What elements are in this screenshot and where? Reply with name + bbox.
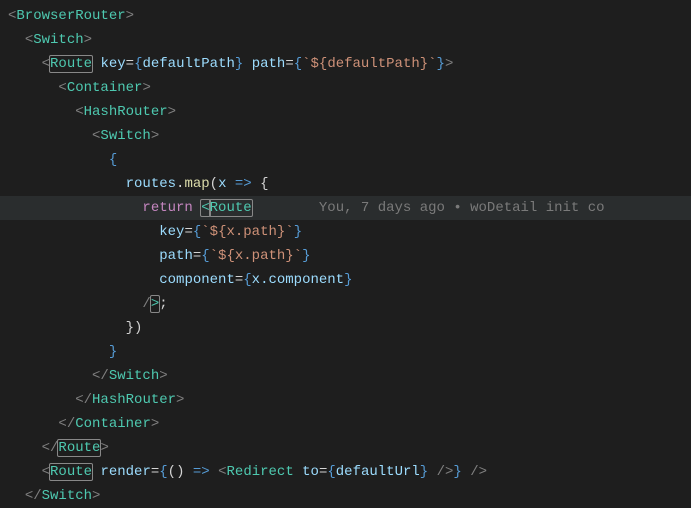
var-x: x <box>218 176 226 192</box>
code-line[interactable]: <Switch> <box>0 124 691 148</box>
code-line[interactable]: <Container> <box>0 76 691 100</box>
tpl-xpath: `${x.path}` <box>201 224 293 240</box>
var-defaulturl: defaultUrl <box>336 464 420 480</box>
tag-container: Container <box>67 80 143 96</box>
attr-render: render <box>100 464 150 480</box>
code-line[interactable]: </HashRouter> <box>0 388 691 412</box>
tag-browserrouter: BrowserRouter <box>16 8 125 24</box>
tag-route-selected: Route <box>49 463 93 481</box>
tag-route-selected: Route <box>49 55 93 73</box>
code-line[interactable]: key={`${x.path}`} <box>0 220 691 244</box>
code-line[interactable]: <BrowserRouter> <box>0 4 691 28</box>
attr-key: key <box>100 56 125 72</box>
tag-redirect: Redirect <box>227 464 294 480</box>
code-line[interactable]: </Route> <box>0 436 691 460</box>
code-line[interactable]: <Route key={defaultPath} path={`${defaul… <box>0 52 691 76</box>
code-line[interactable]: } <box>0 340 691 364</box>
code-editor[interactable]: <BrowserRouter> <Switch> <Route key={def… <box>0 4 691 508</box>
code-line[interactable]: routes.map(x => { <box>0 172 691 196</box>
var-routes: routes <box>126 176 176 192</box>
fn-map: map <box>184 176 209 192</box>
tpl-defaultpath: `${defaultPath}` <box>302 56 436 72</box>
tag-switch-close: Switch <box>109 368 159 384</box>
tag-switch-close: Switch <box>42 488 92 504</box>
code-line[interactable]: { <box>0 148 691 172</box>
tag-route-close-selected: Route <box>57 439 101 457</box>
code-line[interactable]: path={`${x.path}`} <box>0 244 691 268</box>
attr-component: component <box>159 272 235 288</box>
code-line[interactable]: />; <box>0 292 691 316</box>
code-line[interactable]: </Container> <box>0 412 691 436</box>
code-line[interactable]: <Switch> <box>0 28 691 52</box>
code-line[interactable]: component={x.component} <box>0 268 691 292</box>
git-blame-annotation: You, 7 days ago • woDetail init co <box>319 200 605 216</box>
var-xcomponent: x.component <box>252 272 344 288</box>
tpl-xpath: `${x.path}` <box>210 248 302 264</box>
code-line[interactable]: <Route render={() => <Redirect to={defau… <box>0 460 691 484</box>
tag-route-selected: Route <box>209 199 253 217</box>
code-line[interactable]: </Switch> <box>0 484 691 508</box>
code-line[interactable]: }) <box>0 316 691 340</box>
tag-hashrouter-close: HashRouter <box>92 392 176 408</box>
code-line-active[interactable]: return <Route You, 7 days ago • woDetail… <box>0 196 691 220</box>
tag-switch: Switch <box>33 32 83 48</box>
attr-path: path <box>159 248 193 264</box>
attr-key: key <box>159 224 184 240</box>
kw-return: return <box>142 200 192 216</box>
var-defaultpath: defaultPath <box>142 56 234 72</box>
tag-container-close: Container <box>75 416 151 432</box>
code-line[interactable]: </Switch> <box>0 364 691 388</box>
tag-switch: Switch <box>100 128 150 144</box>
attr-path: path <box>252 56 286 72</box>
tag-hashrouter: HashRouter <box>84 104 168 120</box>
code-line[interactable]: <HashRouter> <box>0 100 691 124</box>
attr-to: to <box>302 464 319 480</box>
